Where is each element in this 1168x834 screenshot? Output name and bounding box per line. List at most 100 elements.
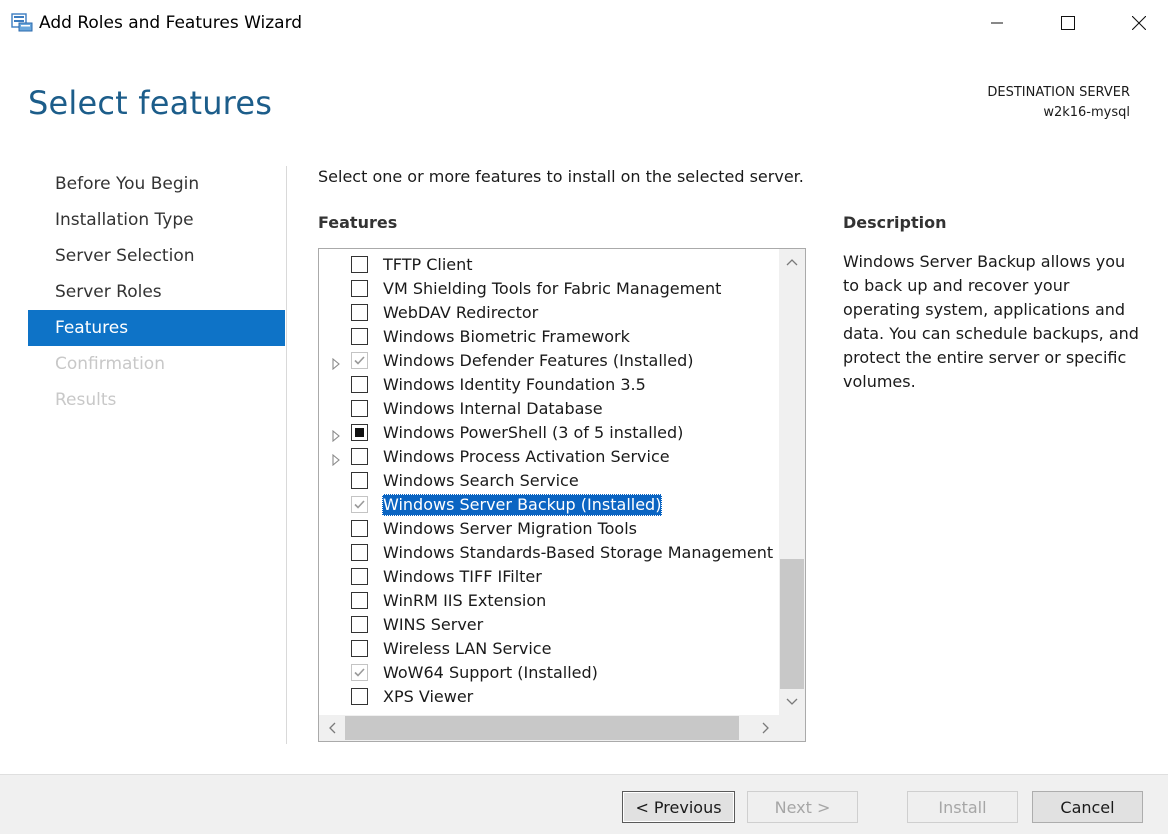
feature-row[interactable]: Windows TIFF IFilter — [319, 565, 779, 589]
feature-row[interactable]: Windows PowerShell (3 of 5 installed) — [319, 421, 779, 445]
horizontal-scroll-thumb[interactable] — [345, 716, 739, 740]
nav-item-features[interactable]: Features — [28, 310, 285, 346]
feature-checkbox[interactable] — [351, 424, 368, 441]
feature-label[interactable]: Wireless LAN Service — [382, 638, 552, 660]
feature-label[interactable]: Windows Identity Foundation 3.5 — [382, 374, 647, 396]
feature-label[interactable]: Windows Server Migration Tools — [382, 518, 638, 540]
feature-label[interactable]: Windows Biometric Framework — [382, 326, 631, 348]
features-heading: Features — [318, 213, 398, 232]
feature-checkbox[interactable] — [351, 568, 368, 585]
feature-label[interactable]: Windows Process Activation Service — [382, 446, 671, 468]
scrollbar-corner — [779, 715, 805, 741]
maximize-icon — [1061, 16, 1075, 30]
maximize-button[interactable] — [1033, 0, 1103, 46]
minimize-icon — [991, 22, 1003, 24]
feature-row[interactable]: WINS Server — [319, 613, 779, 637]
scroll-up-button[interactable] — [779, 249, 805, 275]
nav-item-before-you-begin[interactable]: Before You Begin — [28, 166, 285, 202]
feature-row[interactable]: TFTP Client — [319, 253, 779, 277]
feature-row[interactable]: VM Shielding Tools for Fabric Management — [319, 277, 779, 301]
chevron-down-icon — [786, 698, 798, 705]
feature-checkbox[interactable] — [351, 400, 368, 417]
chevron-up-icon — [786, 259, 798, 266]
feature-label[interactable]: Windows Standards-Based Storage Manageme… — [382, 542, 774, 564]
feature-checkbox[interactable] — [351, 520, 368, 537]
feature-row[interactable]: Windows Server Migration Tools — [319, 517, 779, 541]
nav-divider — [286, 166, 287, 744]
checkmark-icon — [354, 500, 365, 509]
feature-label[interactable]: Windows Search Service — [382, 470, 580, 492]
description-heading: Description — [843, 213, 947, 232]
feature-checkbox[interactable] — [351, 616, 368, 633]
features-list: TFTP Client VM Shielding Tools for Fabric… — [319, 253, 779, 709]
feature-label[interactable]: WINS Server — [382, 614, 484, 636]
feature-checkbox — [351, 496, 368, 513]
feature-checkbox[interactable] — [351, 304, 368, 321]
feature-row[interactable]: Windows Process Activation Service — [319, 445, 779, 469]
next-button: Next > — [747, 791, 858, 823]
destination-server-label: DESTINATION SERVER — [987, 85, 1130, 100]
feature-row[interactable]: Windows Biometric Framework — [319, 325, 779, 349]
previous-button[interactable]: < Previous — [622, 791, 735, 823]
feature-label[interactable]: WoW64 Support (Installed) — [382, 662, 599, 684]
feature-label[interactable]: WinRM IIS Extension — [382, 590, 547, 612]
feature-label[interactable]: Windows TIFF IFilter — [382, 566, 543, 588]
feature-checkbox[interactable] — [351, 328, 368, 345]
chevron-right-icon — [762, 722, 769, 734]
nav-item-server-selection[interactable]: Server Selection — [28, 238, 285, 274]
feature-row[interactable]: WoW64 Support (Installed) — [319, 661, 779, 685]
scroll-down-button[interactable] — [779, 689, 805, 715]
scroll-left-button[interactable] — [319, 715, 345, 741]
expand-arrow-icon[interactable] — [331, 427, 341, 443]
nav-item-server-roles[interactable]: Server Roles — [28, 274, 285, 310]
feature-checkbox[interactable] — [351, 688, 368, 705]
feature-label[interactable]: XPS Viewer — [382, 686, 474, 708]
minimize-button[interactable] — [962, 0, 1032, 46]
feature-label[interactable]: Windows PowerShell (3 of 5 installed) — [382, 422, 684, 444]
feature-row[interactable]: Windows Search Service — [319, 469, 779, 493]
close-button[interactable] — [1104, 0, 1168, 46]
feature-row[interactable]: Wireless LAN Service — [319, 637, 779, 661]
wizard-server-icon — [11, 11, 33, 33]
feature-checkbox[interactable] — [351, 448, 368, 465]
feature-label[interactable]: Windows Server Backup (Installed) — [382, 494, 663, 516]
description-text: Windows Server Backup allows you to back… — [843, 252, 1139, 391]
feature-row[interactable]: Windows Standards-Based Storage Manageme… — [319, 541, 779, 565]
expand-arrow-icon[interactable] — [331, 451, 341, 467]
feature-checkbox[interactable] — [351, 640, 368, 657]
nav-item-confirmation: Confirmation — [55, 354, 165, 374]
feature-checkbox[interactable] — [351, 376, 368, 393]
feature-checkbox[interactable] — [351, 544, 368, 561]
feature-label[interactable]: TFTP Client — [382, 254, 474, 276]
feature-checkbox[interactable] — [351, 472, 368, 489]
checkmark-icon — [354, 668, 365, 677]
destination-server-name: w2k16-mysql — [1043, 105, 1130, 120]
feature-row[interactable]: WinRM IIS Extension — [319, 589, 779, 613]
vertical-scroll-thumb[interactable] — [780, 559, 804, 689]
horizontal-scrollbar[interactable] — [319, 715, 779, 741]
expand-arrow-icon[interactable] — [331, 355, 341, 371]
feature-label[interactable]: WebDAV Redirector — [382, 302, 539, 324]
feature-checkbox[interactable] — [351, 256, 368, 273]
feature-label[interactable]: Windows Internal Database — [382, 398, 604, 420]
feature-row[interactable]: Windows Identity Foundation 3.5 — [319, 373, 779, 397]
feature-row[interactable]: Windows Defender Features (Installed) — [319, 349, 779, 373]
title-bar: Add Roles and Features Wizard — [0, 0, 1168, 46]
instruction-text: Select one or more features to install o… — [318, 167, 804, 186]
feature-checkbox[interactable] — [351, 280, 368, 297]
features-tree[interactable]: TFTP Client VM Shielding Tools for Fabric… — [318, 248, 806, 742]
feature-row[interactable]: XPS Viewer — [319, 685, 779, 709]
scroll-right-button[interactable] — [753, 715, 779, 741]
feature-checkbox[interactable] — [351, 592, 368, 609]
vertical-scrollbar[interactable] — [779, 249, 805, 715]
nav-item-installation-type[interactable]: Installation Type — [28, 202, 285, 238]
feature-label[interactable]: VM Shielding Tools for Fabric Management — [382, 278, 722, 300]
feature-label[interactable]: Windows Defender Features (Installed) — [382, 350, 694, 372]
wizard-nav: Before You Begin Installation Type Serve… — [28, 166, 285, 418]
feature-row[interactable]: WebDAV Redirector — [319, 301, 779, 325]
feature-checkbox — [351, 664, 368, 681]
feature-checkbox — [351, 352, 368, 369]
feature-row[interactable]: Windows Server Backup (Installed) — [319, 493, 779, 517]
feature-row[interactable]: Windows Internal Database — [319, 397, 779, 421]
cancel-button[interactable]: Cancel — [1032, 791, 1143, 823]
